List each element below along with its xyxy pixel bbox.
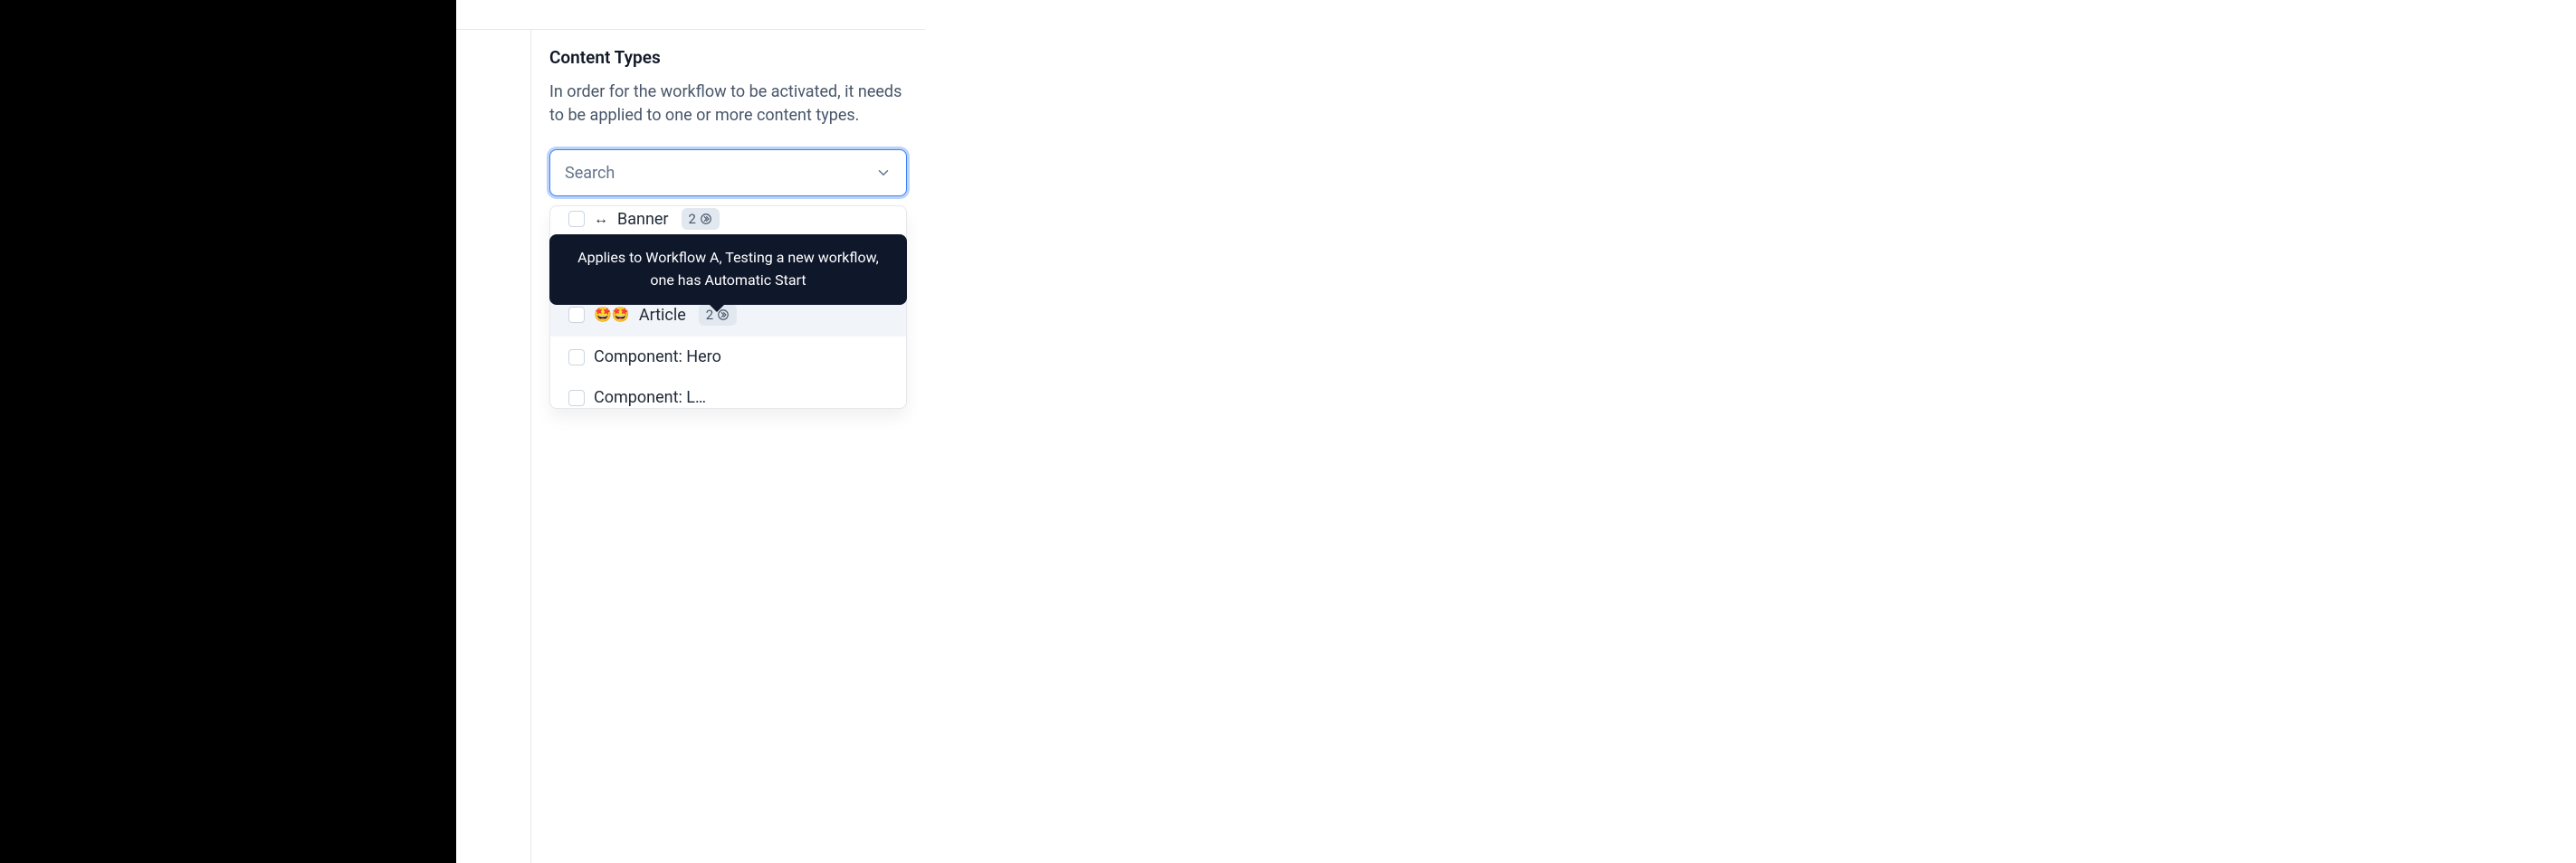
section-title: Content Types: [549, 47, 907, 68]
item-emoji: 🤩🤩: [594, 308, 630, 322]
workflow-count-badge: 2: [682, 208, 720, 230]
item-label: Banner: [617, 210, 669, 229]
search-wrapper: Search Applies to Workflow A, Testing a …: [549, 149, 907, 196]
search-combobox[interactable]: Search: [549, 149, 907, 196]
checkbox[interactable]: [568, 211, 585, 227]
search-placeholder: Search: [565, 164, 615, 183]
badge-count: 2: [689, 211, 696, 227]
content-types-section: Content Types In order for the workflow …: [549, 47, 907, 196]
item-emoji: ↔: [594, 212, 608, 226]
vertical-divider: [530, 29, 531, 863]
checkbox[interactable]: [568, 307, 585, 323]
tooltip-arrow: [709, 304, 725, 312]
horizontal-divider: [456, 29, 925, 30]
checkbox[interactable]: [568, 390, 585, 406]
section-description: In order for the workflow to be activate…: [549, 81, 907, 128]
workflow-icon: [700, 213, 712, 225]
checkbox[interactable]: [568, 349, 585, 365]
option-row-partial[interactable]: Component: L…: [550, 377, 906, 409]
item-label: Component: L…: [594, 388, 706, 407]
option-row-component-hero[interactable]: Component: Hero: [550, 337, 906, 377]
tooltip-text: Applies to Workflow A, Testing a new wor…: [577, 249, 879, 289]
item-label: Article: [639, 306, 686, 325]
item-label: Component: Hero: [594, 347, 721, 366]
left-sidebar: [0, 0, 456, 863]
workflow-tooltip: Applies to Workflow A, Testing a new wor…: [549, 234, 907, 305]
chevron-down-icon: [875, 165, 892, 181]
